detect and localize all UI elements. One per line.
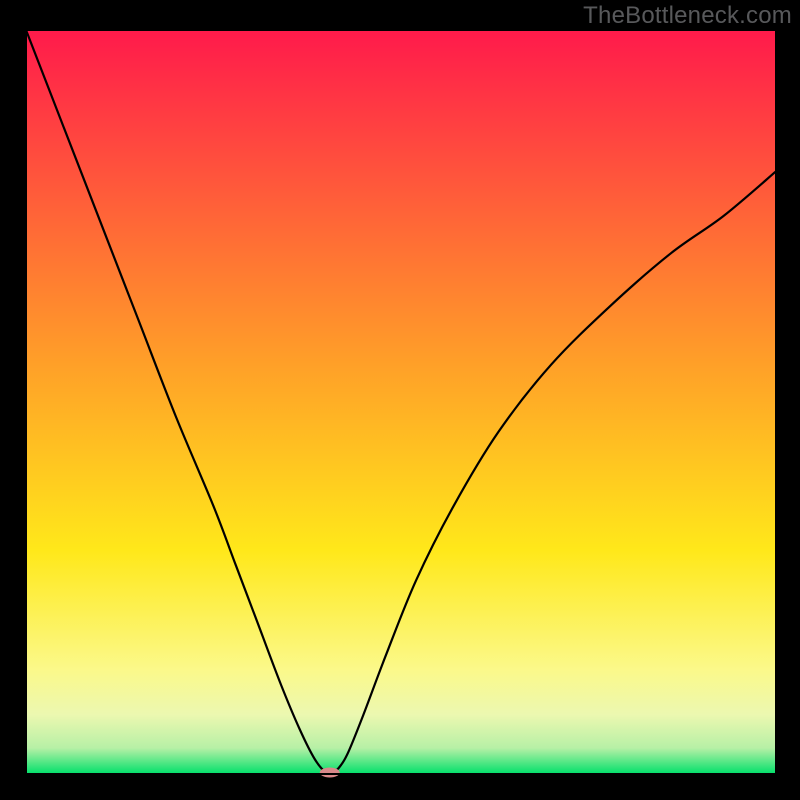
vertex-marker xyxy=(320,768,340,778)
bottleneck-chart xyxy=(0,0,800,800)
chart-frame: TheBottleneck.com xyxy=(0,0,800,800)
plot-background-gradient xyxy=(26,30,776,774)
watermark-text: TheBottleneck.com xyxy=(583,2,792,30)
